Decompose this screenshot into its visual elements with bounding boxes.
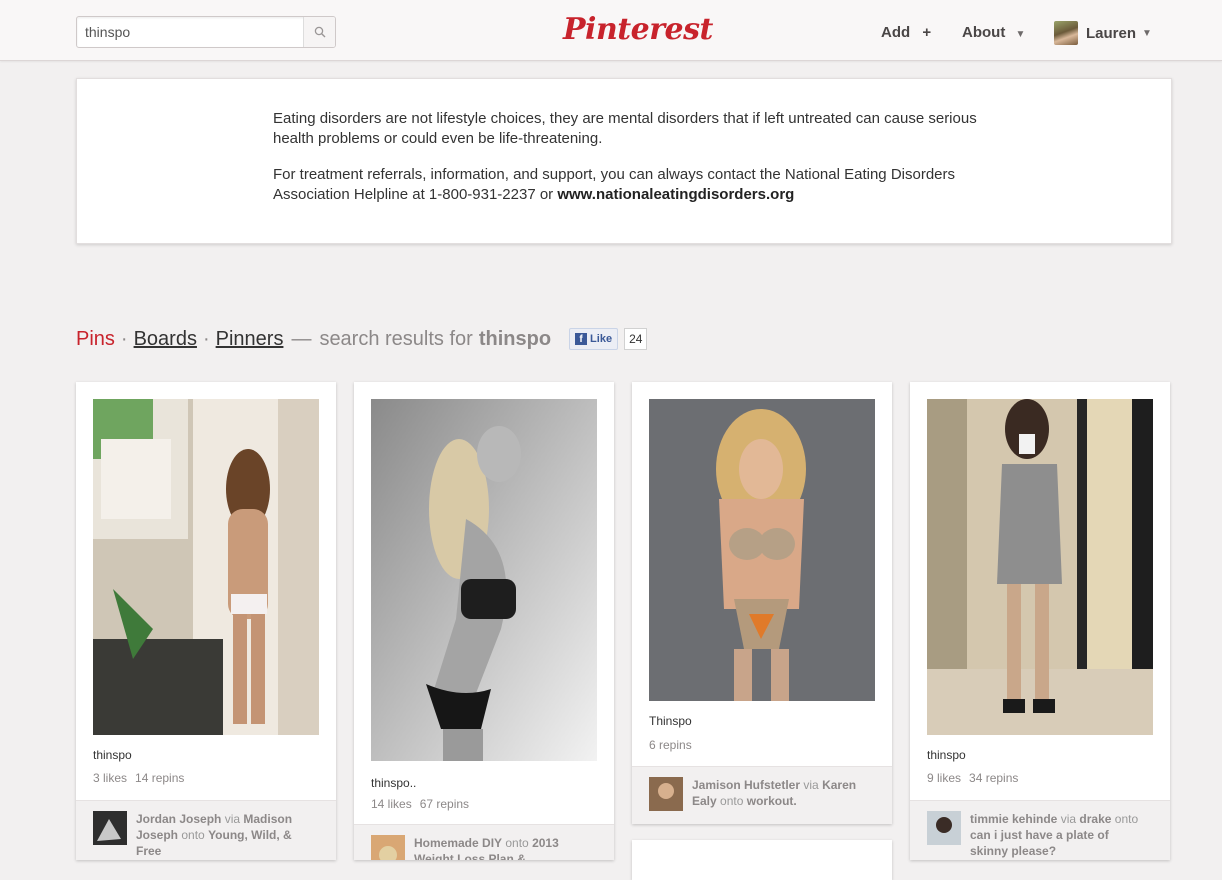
search-button[interactable] xyxy=(303,17,335,47)
user-menu[interactable]: Lauren ▼ xyxy=(1054,21,1152,45)
notice-paragraph-1: Eating disorders are not lifestyle choic… xyxy=(273,110,977,147)
onto-text: onto xyxy=(720,794,744,808)
pin-stats: 6 repins xyxy=(649,738,700,752)
pin-description: Thinspo xyxy=(649,714,692,728)
facebook-icon: f xyxy=(575,333,588,345)
results-prefix: search results for xyxy=(319,327,473,350)
search-icon xyxy=(314,26,325,38)
pin-attribution: Jamison Hufstetler via Karen Ealy onto w… xyxy=(632,766,892,824)
pinner-name[interactable]: timmie kehinde xyxy=(970,812,1057,826)
via-text: via xyxy=(224,812,241,826)
search-box xyxy=(76,16,336,48)
pin-attribution: Homemade DIY onto 2013 Weight Loss Plan … xyxy=(354,824,614,860)
search-query: thinspo xyxy=(478,327,552,350)
pinner-avatar[interactable] xyxy=(649,777,683,811)
pinner-name[interactable]: Jamison Hufstetler xyxy=(692,778,800,792)
about-menu[interactable]: About ▼ xyxy=(962,24,1025,41)
add-menu[interactable]: Add + xyxy=(881,24,931,41)
attribution-text: timmie kehinde via drake onto can i just… xyxy=(970,811,1150,859)
pin-image[interactable] xyxy=(649,399,875,701)
facebook-like-button[interactable]: f Like xyxy=(569,328,619,350)
avatar xyxy=(1054,21,1078,45)
via-text: via xyxy=(1060,812,1077,826)
attribution-text: Jamison Hufstetler via Karen Ealy onto w… xyxy=(692,777,872,809)
separator: · xyxy=(120,327,128,350)
likes-count[interactable]: 9 likes xyxy=(927,771,961,785)
onto-text: onto xyxy=(181,828,205,842)
pin-description: thinspo xyxy=(93,748,132,762)
repins-count[interactable]: 67 repins xyxy=(420,797,469,811)
pin-stats: 3 likes 14 repins xyxy=(93,771,192,785)
about-label: About xyxy=(962,24,1006,41)
user-name: Lauren xyxy=(1086,24,1137,42)
tab-pinners[interactable]: Pinners xyxy=(216,328,284,351)
pin-card[interactable]: thinspo.. 14 likes 67 repins Homemade DIY… xyxy=(354,382,614,860)
board-name[interactable]: can i just have a plate of skinny please… xyxy=(970,828,1109,858)
pin-image[interactable] xyxy=(93,399,319,735)
repins-count[interactable]: 6 repins xyxy=(649,738,692,752)
pinner-avatar[interactable] xyxy=(927,811,961,845)
repins-count[interactable]: 14 repins xyxy=(135,771,184,785)
like-count: 24 xyxy=(624,328,648,350)
likes-count[interactable]: 14 likes xyxy=(371,797,412,811)
tab-pins[interactable]: Pins xyxy=(76,328,115,351)
attribution-text: Jordan Joseph via Madison Joseph onto Yo… xyxy=(136,811,316,859)
pinner-avatar[interactable] xyxy=(371,835,405,860)
pin-card[interactable]: Thinspo 6 repins Jamison Hufstetler via … xyxy=(632,382,892,824)
via-user[interactable]: drake xyxy=(1079,812,1111,826)
pinner-name[interactable]: Jordan Joseph xyxy=(136,812,221,826)
plus-icon: + xyxy=(922,24,932,41)
add-label: Add xyxy=(881,24,911,41)
pin-image[interactable] xyxy=(927,399,1153,735)
via-text: via xyxy=(803,778,819,792)
pin-image[interactable] xyxy=(371,399,597,761)
pin-description: thinspo.. xyxy=(371,776,417,790)
chevron-down-icon: ▼ xyxy=(1015,29,1026,40)
search-results-header: Pins · Boards · Pinners — search results… xyxy=(76,326,648,352)
notice-paragraph-2: For treatment referrals, information, an… xyxy=(273,165,983,205)
pin-card[interactable]: thinspo 3 likes 14 repins Jordan Joseph v… xyxy=(76,382,336,860)
repins-count[interactable]: 34 repins xyxy=(969,771,1018,785)
onto-text: onto xyxy=(1114,812,1139,826)
pinner-name[interactable]: Homemade DIY xyxy=(414,836,502,850)
pin-attribution: Jordan Joseph via Madison Joseph onto Yo… xyxy=(76,800,336,860)
pin-card[interactable] xyxy=(632,840,892,880)
pinterest-logo[interactable]: Pinterest xyxy=(563,12,713,48)
dash: — xyxy=(291,327,312,350)
eating-disorder-notice: Eating disorders are not lifestyle choic… xyxy=(76,78,1172,244)
pin-card[interactable]: thinspo 9 likes 34 repins timmie kehinde … xyxy=(910,382,1170,860)
pinner-avatar[interactable] xyxy=(93,811,127,845)
onto-text: onto xyxy=(505,836,529,850)
separator: · xyxy=(202,327,210,350)
chevron-down-icon: ▼ xyxy=(1142,27,1152,39)
attribution-text: Homemade DIY onto 2013 Weight Loss Plan … xyxy=(414,835,594,860)
pin-stats: 9 likes 34 repins xyxy=(927,771,1026,785)
top-bar: Pinterest Add + About ▼ Lauren ▼ xyxy=(0,0,1222,61)
pin-description: thinspo xyxy=(927,748,966,762)
search-input[interactable] xyxy=(77,17,303,47)
tab-boards[interactable]: Boards xyxy=(134,328,197,351)
neda-link[interactable]: www.nationaleatingdisorders.org xyxy=(557,186,794,203)
pin-attribution: timmie kehinde via drake onto can i just… xyxy=(910,800,1170,860)
pin-stats: 14 likes 67 repins xyxy=(371,797,477,811)
fb-like-label: Like xyxy=(590,333,613,345)
likes-count[interactable]: 3 likes xyxy=(93,771,127,785)
board-name[interactable]: workout. xyxy=(747,794,797,808)
